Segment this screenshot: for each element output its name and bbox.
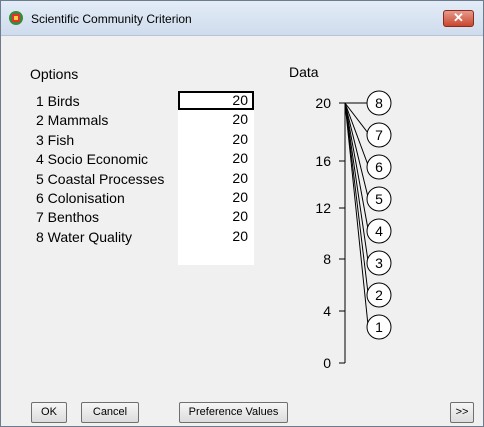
tick-label: 0 [323,355,331,371]
close-button[interactable]: ✕ [443,10,474,27]
close-icon: ✕ [453,10,464,25]
next-button[interactable]: >> [450,402,474,423]
title-bar: Scientific Community Criterion ✕ [1,1,483,36]
data-heading: Data [289,64,319,80]
tick-label: 4 [323,303,331,319]
option-marker[interactable]: 2 [366,282,392,308]
option-label: 7 Benthos [36,209,100,226]
value-cell[interactable]: 20 [178,91,254,111]
value-cell[interactable]: 20 [178,207,254,226]
cancel-button[interactable]: Cancel [81,402,139,423]
marker-label: 8 [375,95,383,111]
tick-label: 16 [315,153,331,169]
tick-label: 8 [323,251,331,267]
option-marker[interactable]: 1 [366,314,392,340]
value-cell[interactable]: 20 [178,110,254,129]
marker-label: 6 [375,159,383,175]
option-marker[interactable]: 3 [366,250,392,276]
connector-line [344,102,369,326]
value-cell[interactable]: 20 [178,188,254,207]
window-title: Scientific Community Criterion [31,12,192,26]
value-cell[interactable]: 20 [178,227,254,246]
options-list: 1 Birds 2 Mammals 3 Fish 4 Socio Economi… [36,93,164,248]
marker-label: 7 [375,127,383,143]
value-cell[interactable]: 20 [178,149,254,168]
option-marker[interactable]: 8 [366,90,392,116]
marker-label: 3 [375,255,383,271]
tick-label: 20 [315,95,331,111]
value-cell[interactable]: 20 [178,130,254,149]
option-marker[interactable]: 5 [366,186,392,212]
tick-label: 12 [315,200,331,216]
option-marker[interactable]: 4 [366,218,392,244]
ok-button[interactable]: OK [31,402,67,423]
option-label: 2 Mammals [36,112,109,129]
option-label: 4 Socio Economic [36,151,149,168]
dialog-window: Scientific Community Criterion ✕ Options… [0,0,484,427]
marker-label: 1 [375,319,383,335]
values-list: 20 20 20 20 20 20 20 20 [178,91,254,265]
option-label: 6 Colonisation [36,189,125,206]
preference-values-button[interactable]: Preference Values [179,402,288,423]
marker-label: 5 [375,191,383,207]
options-heading: Options [30,66,79,82]
data-scale: 20 16 12 8 4 0 8 7 6 5 4 3 2 1 [315,90,392,371]
option-marker[interactable]: 6 [366,154,392,180]
marker-label: 2 [375,287,383,303]
option-label: 1 Birds [36,93,80,109]
option-marker[interactable]: 7 [366,122,392,148]
option-label: 8 Water Quality [36,228,132,245]
app-icon [9,11,23,25]
option-label: 3 Fish [36,131,75,148]
marker-label: 4 [375,223,383,239]
option-label: 5 Coastal Processes [36,170,165,187]
value-cell[interactable]: 20 [178,169,254,188]
